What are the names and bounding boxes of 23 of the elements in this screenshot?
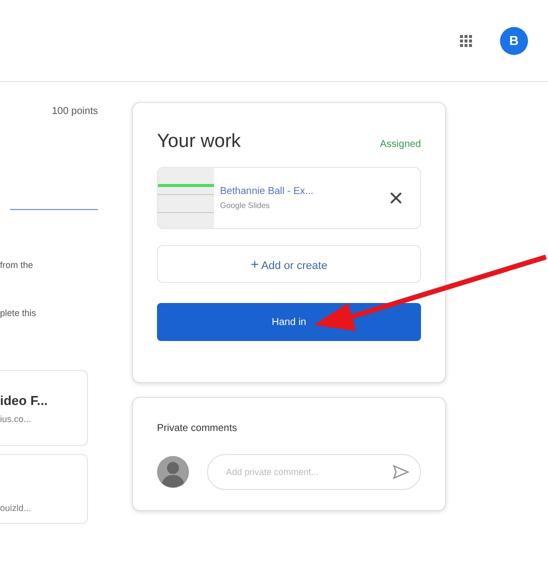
attachment-card[interactable]: ideo F... ius.co... [0,370,88,446]
card-title: Your work [157,131,241,153]
file-type: Google Slides [220,201,271,210]
attachment-link: ouizld... [0,503,32,513]
description-text: from the [0,260,34,270]
attachment-card[interactable]: ouizld... [0,454,88,524]
close-icon[interactable] [390,192,402,204]
send-icon[interactable] [393,465,409,479]
user-avatar-icon [157,456,189,488]
file-name: Bethannie Ball - Ex... [220,186,314,197]
status-label: Assigned [380,139,421,150]
account-avatar[interactable]: B [500,26,528,54]
file-attachment[interactable]: Bethannie Ball - Ex... Google Slides [157,167,421,229]
comment-field[interactable]: Add private comment... [207,454,421,490]
apps-grid-icon[interactable] [460,34,472,46]
points-label: 100 points [52,106,98,117]
hand-in-button[interactable]: Hand in [157,303,421,341]
attachment-link: ius.co... [0,414,32,424]
description-text: plete this [0,308,36,318]
slides-thumbnail-icon [158,168,214,228]
card-title: Private comments [157,423,238,434]
add-or-create-button[interactable]: + Add or create [157,245,421,283]
attachment-title: ideo F... [0,392,49,408]
